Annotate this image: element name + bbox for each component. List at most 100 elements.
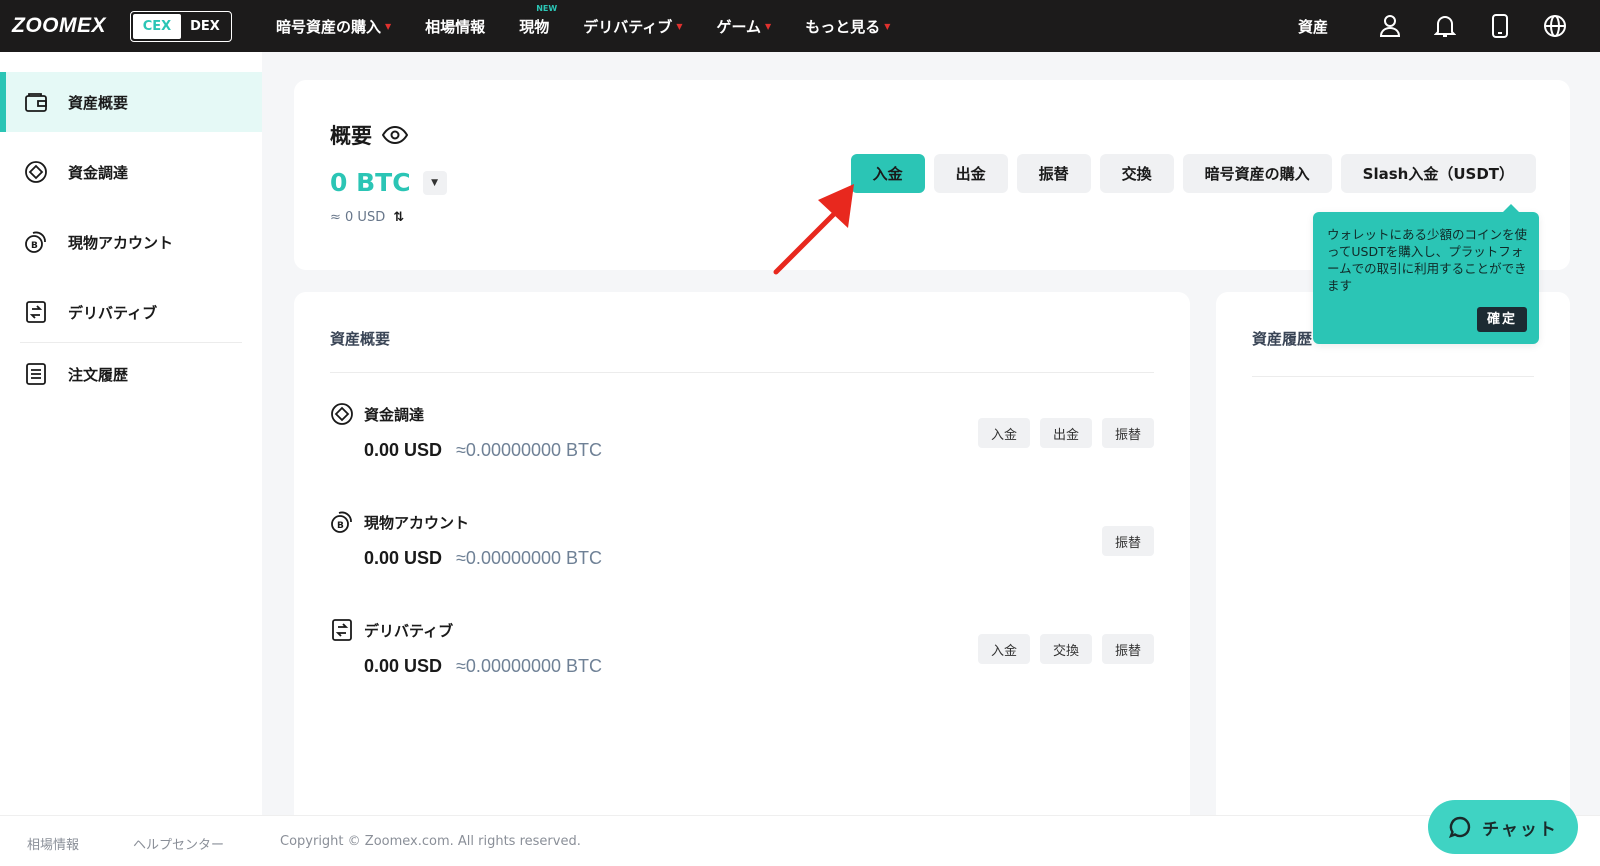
funding-deposit-button[interactable]: 入金 (977, 418, 1030, 448)
asset-history-card: 資産履歴 (1216, 292, 1570, 815)
top-navigation-bar: ZOOMEX CEX DEX 暗号資産の購入 ▼ 相場情報 現物 NEW デリバティ… (0, 0, 1600, 52)
account-usd-value: 0.00 USD (364, 656, 443, 676)
account-row-spot: B 現物アカウント 0.00 USD ≈0.00000000 BTC 振替 (330, 510, 1154, 600)
dex-toggle[interactable]: DEX (181, 14, 229, 39)
section-title: 資産概要 (330, 330, 391, 348)
history-divider (1252, 376, 1534, 377)
account-btc-value: ≈0.00000000 BTC (456, 548, 603, 568)
sidebar: 資産概要 資金調達 B 現物アカウント デリバティブ 注文履歴 (0, 52, 262, 815)
asset-overview-card: 資産概要 資金調達 0.00 USD ≈0.00000000 BTC 入金 出金… (294, 292, 1190, 815)
sidebar-item-label: 資金調達 (68, 163, 129, 182)
sidebar-item-label: 資産概要 (68, 93, 129, 112)
slash-deposit-button[interactable]: Slash入金（USDT） (1340, 154, 1536, 193)
account-btc-value: ≈0.00000000 BTC (456, 440, 603, 460)
btc-balance: 0 BTC ▼ (330, 168, 447, 197)
summary-heading: 概要 (330, 120, 408, 150)
nav-games[interactable]: ゲーム ▼ (716, 16, 771, 37)
withdraw-button[interactable]: 出金 (933, 154, 1008, 193)
nav-markets[interactable]: 相場情報 (425, 16, 485, 37)
bell-icon[interactable] (1428, 9, 1462, 43)
globe-icon[interactable] (1538, 9, 1572, 43)
account-usd-value: 0.00 USD (364, 548, 443, 568)
caret-down-icon: ▼ (385, 21, 392, 31)
caret-down-icon: ▼ (431, 177, 439, 188)
coin-icon: B (330, 510, 354, 534)
sidebar-item-order-history[interactable]: 注文履歴 (0, 344, 262, 404)
transfer-doc-icon (330, 618, 354, 642)
new-badge: NEW (536, 3, 558, 13)
account-row-derivatives: デリバティブ 0.00 USD ≈0.00000000 BTC 入金 交換 振替 (330, 618, 1154, 708)
usd-estimate: ≈ 0 USD ⇅ (330, 210, 404, 225)
list-doc-icon (24, 362, 48, 386)
eye-icon[interactable] (382, 126, 408, 144)
tooltip-text: ウォレットにある少額のコインを使ってUSDTを購入し、プラットフォームでの取引に… (1327, 227, 1528, 293)
caret-down-icon: ▼ (676, 21, 683, 31)
sidebar-item-label: 注文履歴 (68, 365, 129, 384)
zoomex-logo[interactable]: ZOOMEX (12, 14, 106, 38)
sidebar-item-label: デリバティブ (68, 303, 158, 322)
phone-icon[interactable] (1483, 9, 1517, 43)
sidebar-item-asset-overview[interactable]: 資産概要 (0, 72, 262, 132)
sidebar-item-label: 現物アカウント (68, 233, 174, 252)
account-name: 資金調達 (364, 405, 425, 424)
footer-link-help-center[interactable]: ヘルプセンター (133, 834, 224, 853)
assets-link[interactable]: 資産 (1298, 16, 1328, 37)
nav-label: 相場情報 (425, 17, 486, 36)
derivatives-deposit-button[interactable]: 入金 (977, 634, 1030, 664)
footer: 相場情報 ヘルプセンター Copyright © Zoomex.com. All… (0, 815, 1600, 866)
chat-button[interactable]: チャット (1428, 800, 1578, 854)
footer-link-markets[interactable]: 相場情報 (27, 834, 79, 853)
swap-icon[interactable]: ⇅ (393, 210, 404, 225)
nav-derivatives[interactable]: デリバティブ ▼ (583, 16, 682, 37)
history-title: 資産履歴 (1252, 330, 1313, 348)
sidebar-divider (20, 342, 242, 343)
diamond-icon (24, 160, 48, 184)
main-nav: 暗号資産の購入 ▼ 相場情報 現物 NEW デリバティブ ▼ ゲーム ▼ もっと見る ▼ (276, 0, 924, 52)
nav-label: デリバティブ (583, 17, 673, 36)
sidebar-item-spot-account[interactable]: B 現物アカウント (0, 212, 262, 272)
nav-label: 暗号資産の購入 (276, 17, 382, 36)
exchange-button[interactable]: 交換 (1099, 154, 1174, 193)
funding-transfer-button[interactable]: 振替 (1101, 418, 1154, 448)
nav-buy-crypto[interactable]: 暗号資産の購入 ▼ (276, 16, 391, 37)
chat-bubble-icon (1448, 815, 1472, 839)
account-name: 現物アカウント (364, 513, 470, 532)
buy-crypto-button[interactable]: 暗号資産の購入 (1182, 154, 1332, 193)
chat-label: チャット (1482, 819, 1558, 840)
cex-toggle[interactable]: CEX (133, 14, 181, 39)
account-row-funding: 資金調達 0.00 USD ≈0.00000000 BTC 入金 出金 振替 (330, 402, 1154, 492)
nav-label: もっと見る (805, 17, 881, 36)
nav-label: ゲーム (716, 17, 762, 36)
coin-icon: B (24, 230, 48, 254)
caret-down-icon: ▼ (884, 21, 891, 31)
btc-balance-value: 0 BTC (330, 168, 411, 197)
nav-spot[interactable]: 現物 NEW (519, 4, 557, 37)
sidebar-item-funding[interactable]: 資金調達 (0, 142, 262, 202)
deposit-button[interactable]: 入金 (850, 154, 925, 193)
page-title: 概要 (330, 124, 372, 148)
derivatives-transfer-button[interactable]: 振替 (1101, 634, 1154, 664)
funding-withdraw-button[interactable]: 出金 (1039, 418, 1092, 448)
header-right: 資産 (1298, 0, 1572, 52)
account-usd-value: 0.00 USD (364, 440, 443, 460)
wallet-icon (24, 90, 48, 114)
nav-more[interactable]: もっと見る ▼ (805, 16, 890, 37)
svg-text:B: B (31, 241, 38, 251)
spot-transfer-button[interactable]: 振替 (1101, 526, 1154, 556)
account-name: デリバティブ (364, 621, 454, 640)
transfer-button[interactable]: 振替 (1016, 154, 1091, 193)
transfer-doc-icon (24, 300, 48, 324)
usd-estimate-value: ≈ 0 USD (330, 210, 386, 225)
slash-deposit-tooltip: ウォレットにある少額のコインを使ってUSDTを購入し、プラットフォームでの取引に… (1313, 204, 1539, 344)
user-icon[interactable] (1373, 9, 1407, 43)
summary-actions: 入金 出金 振替 交換 暗号資産の購入 Slash入金（USDT） (842, 154, 1536, 193)
footer-copyright: Copyright © Zoomex.com. All rights reser… (280, 834, 581, 849)
svg-text:B: B (337, 521, 344, 531)
caret-down-icon: ▼ (765, 21, 772, 31)
sidebar-item-derivatives[interactable]: デリバティブ (0, 282, 262, 342)
derivatives-exchange-button[interactable]: 交換 (1039, 634, 1092, 664)
currency-dropdown[interactable]: ▼ (422, 170, 447, 195)
tooltip-confirm-button[interactable]: 確定 (1476, 307, 1527, 332)
nav-label: 現物 (519, 17, 550, 36)
cex-dex-toggle: CEX DEX (130, 11, 232, 42)
